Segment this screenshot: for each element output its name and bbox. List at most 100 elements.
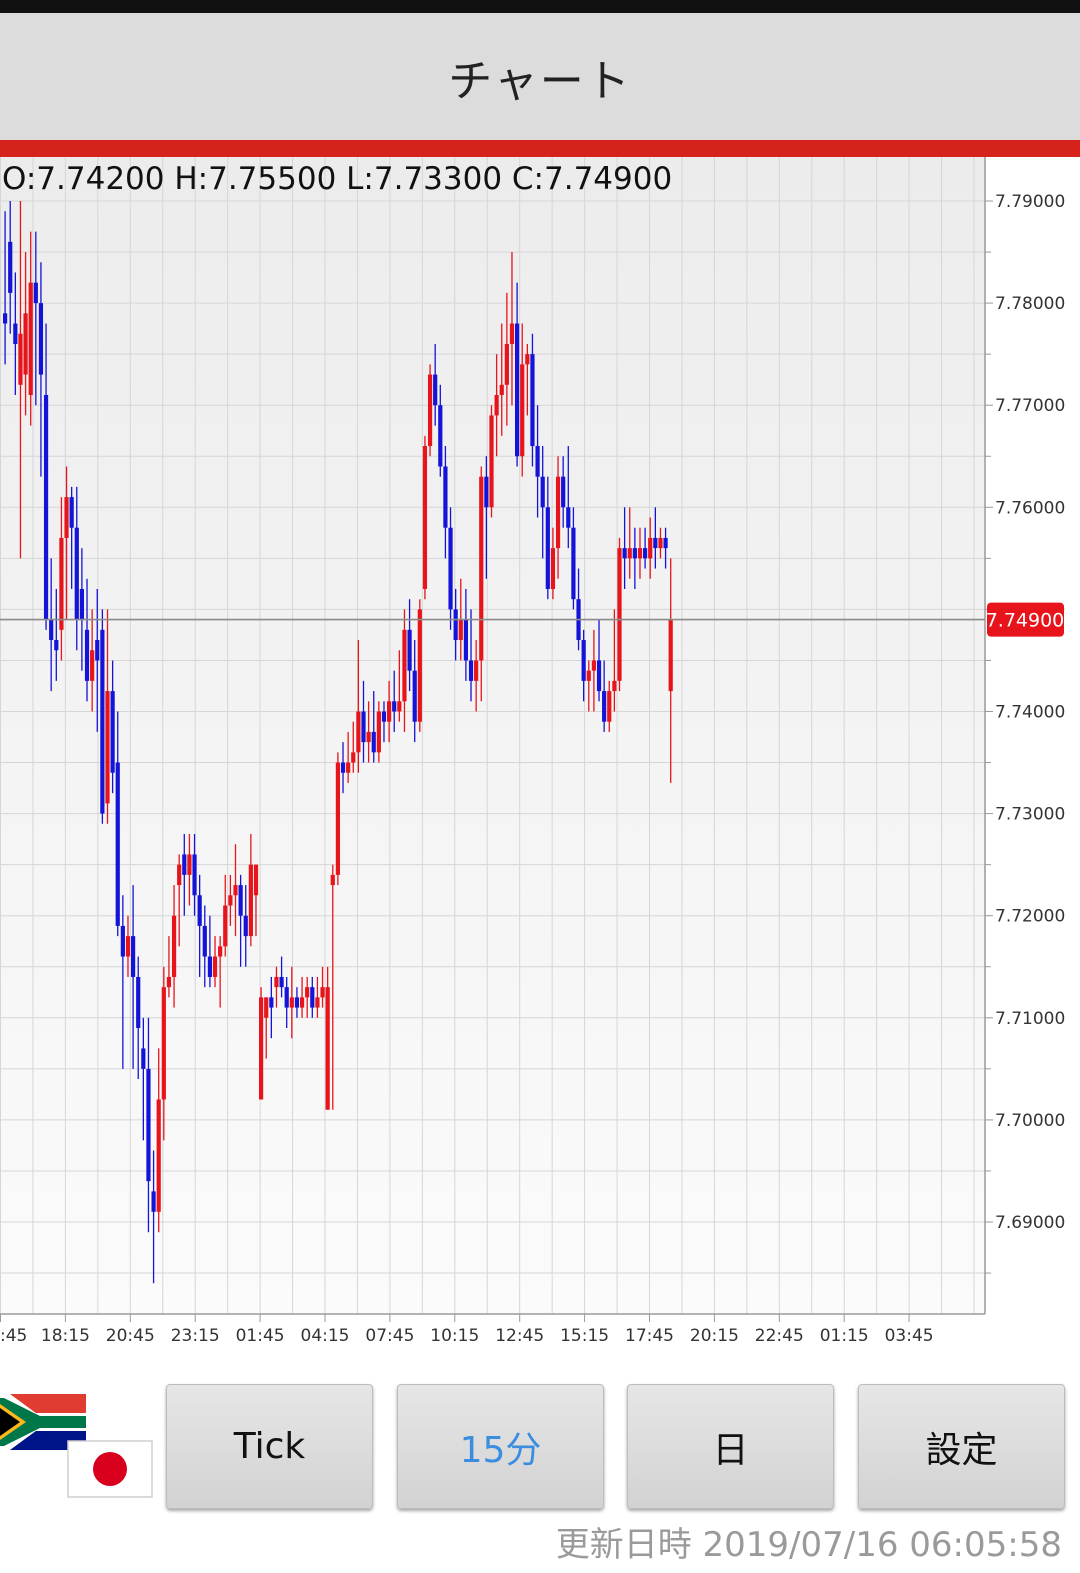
candle-body (202, 925, 207, 957)
candle-body (602, 691, 607, 722)
candle-body (212, 956, 218, 977)
candle-body (402, 629, 407, 702)
candle-body (289, 997, 294, 1008)
status-bar (0, 0, 1080, 13)
candle-body (115, 762, 120, 926)
candle-body (648, 537, 653, 559)
candle-body (340, 762, 346, 773)
candle-body (223, 905, 228, 947)
candle-body (23, 313, 28, 375)
y-tick-label: 7.71000 (995, 1009, 1065, 1029)
candle-body (376, 711, 381, 753)
candle-body (161, 987, 166, 1100)
candle-body (463, 619, 468, 661)
candle-body (8, 241, 13, 293)
candle-body (643, 548, 648, 559)
candle-body (474, 660, 479, 681)
candle-body (525, 354, 530, 365)
candle-body (90, 650, 95, 681)
candle-body (177, 864, 182, 886)
candle-body (305, 987, 310, 998)
y-tick-label: 7.72000 (995, 907, 1065, 927)
candle-body (561, 476, 566, 508)
candle-body (43, 394, 49, 620)
candle-body (617, 548, 622, 681)
x-tick-label: 18:15 (41, 1326, 90, 1346)
interval-15min-button[interactable]: 15分 (397, 1384, 604, 1509)
candle-body (555, 476, 561, 549)
candle-body (335, 762, 340, 875)
candle-body (637, 548, 643, 559)
x-tick-label: 01:45 (236, 1326, 285, 1346)
candle-body (509, 323, 515, 344)
last-updated-timestamp: 更新日時 2019/07/16 06:05:58 (555, 1525, 1062, 1565)
tick-button[interactable]: Tick (166, 1384, 373, 1509)
candle-body (663, 537, 668, 549)
x-tick-label: 04:15 (301, 1326, 350, 1346)
candle-body (566, 507, 571, 528)
candle-body (294, 997, 300, 1008)
candle-body (33, 282, 38, 304)
candle-body (484, 476, 489, 508)
y-tick-label: 7.70000 (995, 1111, 1065, 1131)
candle-body (49, 619, 54, 641)
candle-body (550, 548, 556, 589)
candle-body (64, 497, 69, 538)
x-tick-label: 10:15 (430, 1326, 479, 1346)
candle-body (607, 691, 612, 722)
candle-body (381, 711, 387, 722)
candle-body (243, 915, 248, 937)
candle-body (427, 374, 433, 447)
candle-body (100, 629, 105, 814)
candle-body (668, 619, 673, 692)
y-tick-label: 7.77000 (995, 396, 1065, 416)
settings-button[interactable]: 設定 (858, 1384, 1065, 1509)
currency-pair-flags[interactable] (0, 1388, 160, 1508)
x-tick-label: 23:15 (171, 1326, 220, 1346)
candlestick-chart[interactable]: 7.790007.780007.770007.760007.750007.740… (0, 157, 1080, 1367)
app-header: チャート (0, 13, 1080, 140)
candle-body (468, 660, 474, 681)
candle-body (192, 854, 197, 896)
candle-body (387, 701, 392, 722)
candle-body (371, 731, 376, 753)
candle-body (18, 333, 23, 385)
current-price-label: 7.74900 (986, 610, 1065, 632)
candle-body (136, 976, 141, 1029)
candle-body (264, 997, 269, 1018)
candle-body (330, 874, 335, 886)
candle-body (515, 323, 520, 457)
candle-body (259, 997, 264, 1100)
candle-body (28, 282, 33, 395)
y-tick-label: 7.69000 (995, 1213, 1065, 1233)
candle-body (320, 987, 325, 998)
x-tick-label: 20:15 (690, 1326, 739, 1346)
candle-body (443, 466, 448, 528)
candle-body (279, 976, 284, 988)
candle-body (361, 711, 366, 743)
candle-body (310, 987, 315, 1008)
candle-body (504, 343, 509, 385)
candle-body (207, 956, 212, 977)
candle-body (627, 548, 632, 559)
candle-body (156, 1099, 161, 1212)
chart-canvas[interactable]: 7.790007.780007.770007.760007.750007.740… (0, 157, 1080, 1367)
candle-body (166, 976, 172, 988)
candle-body (612, 680, 617, 692)
x-tick-label: :45 (0, 1326, 27, 1346)
y-tick-label: 7.73000 (995, 805, 1065, 825)
candle-body (274, 976, 279, 988)
candle-body (571, 527, 576, 600)
x-tick-label: 12:45 (495, 1326, 544, 1346)
header-accent-bar (0, 140, 1080, 157)
ohlc-readout: O:7.74200 H:7.75500 L:7.73300 C:7.74900 (2, 161, 673, 197)
candle-body (125, 936, 131, 957)
x-tick-label: 01:15 (820, 1326, 869, 1346)
candle-body (74, 527, 79, 620)
candle-body (356, 711, 361, 753)
candle-body (38, 303, 44, 375)
x-tick-label: 17:45 (625, 1326, 674, 1346)
candle-body (141, 1048, 146, 1069)
day-button[interactable]: 日 (627, 1384, 834, 1509)
candle-body (417, 609, 422, 722)
